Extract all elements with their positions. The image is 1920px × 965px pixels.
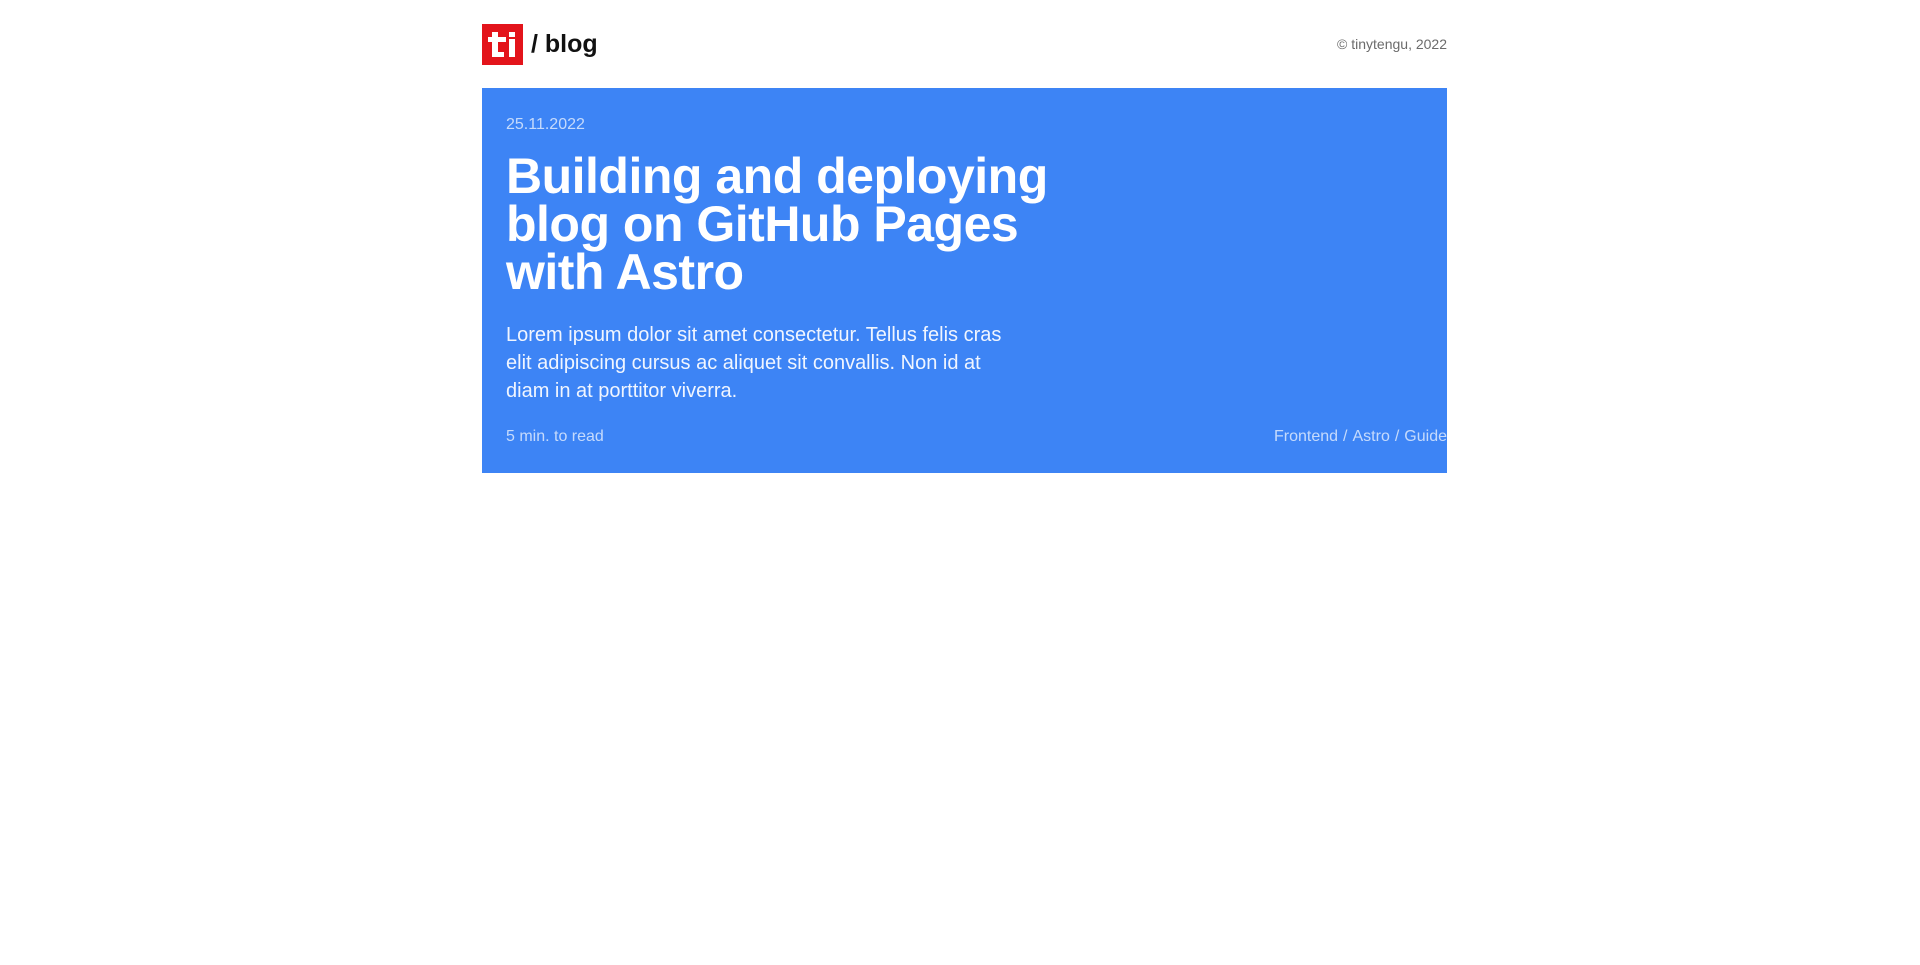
copyright-text: © tinytengu, 2022 xyxy=(1337,36,1447,52)
tag-separator: / xyxy=(1394,428,1400,445)
content-wrapper: / blog © tinytengu, 2022 xyxy=(482,0,1447,88)
home-link[interactable]: / blog xyxy=(482,24,598,65)
post-date: 25.11.2022 xyxy=(506,116,585,133)
tag-list: Frontend / Astro / Guide xyxy=(1274,428,1447,446)
site-header: / blog © tinytengu, 2022 xyxy=(482,0,1447,88)
post-title[interactable]: Building and deploying blog on GitHub Pa… xyxy=(506,151,1086,297)
tag-astro[interactable]: Astro xyxy=(1353,428,1390,446)
tag-frontend[interactable]: Frontend xyxy=(1274,428,1338,446)
logo-icon xyxy=(482,24,523,65)
tag-guide[interactable]: Guide xyxy=(1404,428,1447,446)
logo-mark-svg xyxy=(482,24,523,65)
post-excerpt: Lorem ipsum dolor sit amet consectetur. … xyxy=(506,324,1002,402)
tag-separator: / xyxy=(1343,428,1348,445)
brand-label: / blog xyxy=(531,30,598,58)
read-time: 5 min. to read xyxy=(506,428,604,445)
page: / blog © tinytengu, 2022 25.11.2022 Buil… xyxy=(0,0,1920,965)
